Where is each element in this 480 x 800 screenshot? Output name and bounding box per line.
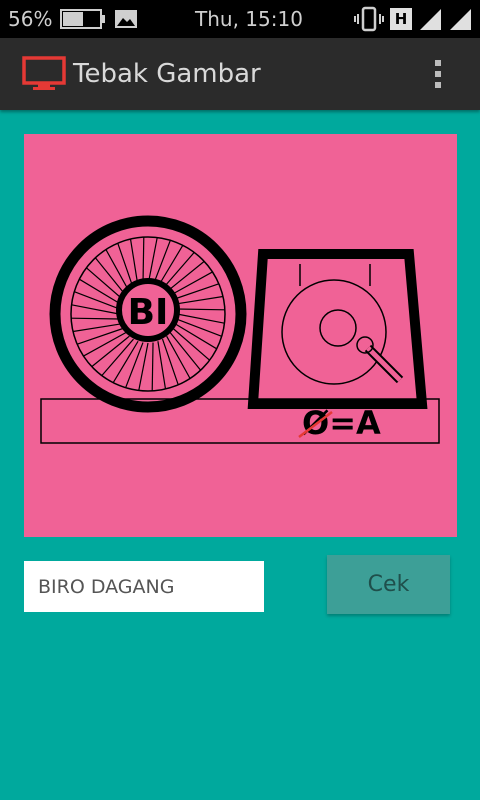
app-title: Tebak Gambar — [73, 59, 261, 89]
wheel-spoke — [117, 242, 135, 290]
status-bar: 56% Thu, 15:10 H — [0, 0, 480, 38]
wheel-text: BI — [128, 292, 169, 333]
gong-illustration — [247, 249, 428, 409]
answer-input[interactable] — [24, 561, 264, 612]
status-right: H — [354, 6, 472, 32]
wheel-spoke — [142, 237, 145, 286]
puzzle-image: BI Ø=A — [24, 134, 457, 537]
status-left: 56% — [8, 7, 138, 31]
wheel-spoke — [175, 295, 224, 305]
wheel-spoke — [71, 317, 120, 320]
wheel-spoke — [157, 341, 167, 390]
wheel-spoke — [172, 283, 220, 301]
battery-percent: 56% — [8, 7, 53, 31]
image-icon — [115, 10, 138, 28]
network-type-icon: H — [390, 8, 412, 30]
menu-dot — [435, 60, 441, 66]
app-bar: Tebak Gambar — [0, 38, 480, 110]
menu-dot — [435, 82, 441, 88]
wheel-illustration: BI — [49, 215, 247, 413]
clock: Thu, 15:10 — [195, 7, 303, 31]
platform-illustration: Ø=A — [40, 398, 440, 444]
tv-icon[interactable] — [22, 56, 66, 92]
wheel-spoke — [129, 238, 139, 287]
signal-icon — [450, 9, 471, 30]
battery-icon — [60, 9, 106, 29]
wheel-spoke — [151, 342, 154, 391]
overflow-menu-icon[interactable] — [424, 52, 452, 96]
wheel-spoke — [72, 323, 121, 333]
hint-text: Ø=A — [302, 404, 381, 442]
signal-icon — [420, 9, 441, 30]
check-button[interactable]: Cek — [327, 555, 450, 614]
wheel-spoke — [176, 308, 225, 311]
vibrate-icon — [354, 6, 384, 32]
menu-dot — [435, 71, 441, 77]
wheel-spoke — [76, 327, 124, 345]
puzzle-drawing: BI Ø=A — [40, 215, 440, 444]
wheel-spoke — [161, 338, 179, 386]
